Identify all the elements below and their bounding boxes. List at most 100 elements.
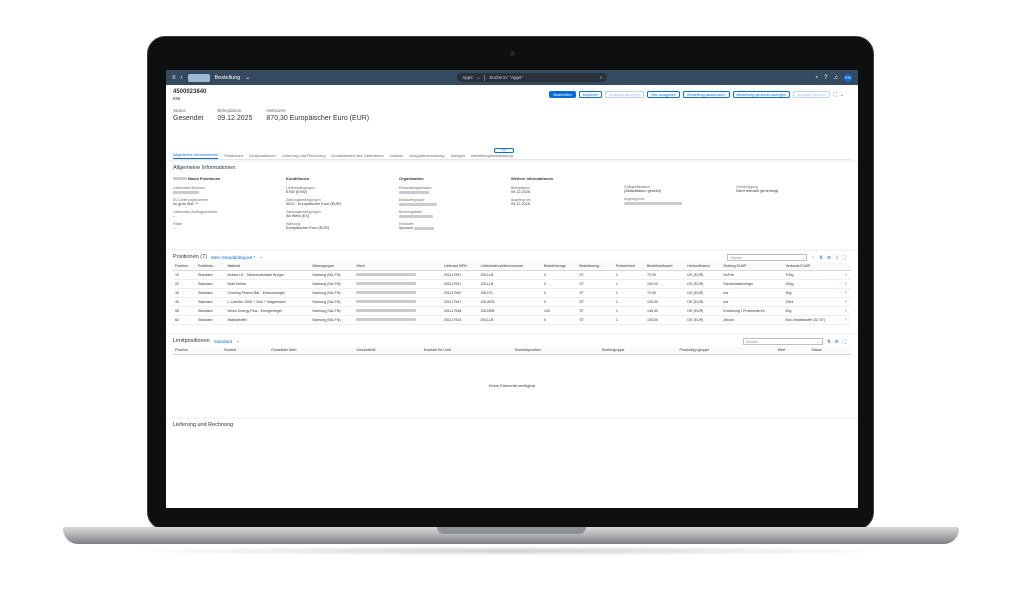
tab-limits[interactable]: Limitpositionen [249,153,276,158]
table-row[interactable]: 60 Standard Bratkartoffel Nahrung (NA-FN… [173,315,851,325]
tab-positions[interactable]: Positionen [224,153,243,158]
copy-button[interactable]: Kopieren [578,91,602,98]
tab-notes[interactable]: Notizen [390,153,404,158]
chevron-right-icon[interactable]: › [843,279,851,289]
column-heading-text: Basis Positionen [188,176,221,181]
column-header[interactable]: Stufung ELWP [721,263,784,271]
show-output-button[interactable]: Ausgabe anzeigen [604,91,645,98]
chevron-right-icon[interactable]: › [843,288,851,298]
joule-icon[interactable]: ◔ [815,75,819,81]
menu-icon[interactable]: ≡ [172,75,176,81]
fullscreen-icon[interactable]: ⛶ [843,339,846,344]
column-header[interactable]: Gesamtlimit [354,347,422,355]
search-icon[interactable]: ⌕ [600,75,603,80]
fullscreen-icon[interactable]: ⛶ [833,92,837,98]
laptop-notch [437,527,586,534]
table-row[interactable]: 50 Standard Demo Energy Plus - Energieri… [173,306,851,316]
company-logo[interactable] [187,73,210,82]
column-header[interactable]: Position [173,263,196,271]
block-output-button[interactable]: Ausgabe sperren [793,91,831,98]
tab-po-history[interactable]: Bestellungsentwicklung [471,153,513,158]
cell-net-value: 105,00 [644,315,686,325]
header-kpis: Status Gesendet Belegdatum 09.12.2025 Ne… [173,108,851,122]
field-value: Ab Werk (EX) [286,214,310,218]
blurred-text [356,273,417,277]
search-icon[interactable]: ⌕ [818,340,820,344]
cell-material-group: Nahrung (NA-FN) [310,315,355,325]
more-icon[interactable]: ⌄ [840,92,844,98]
table-row[interactable]: 30 Standard Crowing Peanut Bar - Erdnuss… [173,288,851,298]
search-input[interactable]: Suche in: "Apps" [489,75,522,80]
settings-icon[interactable]: ⚙ [827,255,831,261]
back-button[interactable]: ‹ [181,75,183,81]
column-header[interactable]: Preiseinheit [613,263,645,271]
search-icon[interactable]: ⌕ [802,256,804,260]
cell-grading: n/a [721,297,784,307]
variant-selector[interactable]: Mein Standardlayout * [211,255,255,260]
column-header[interactable]: Material [225,263,311,271]
app-title[interactable]: Bestellung [215,75,241,81]
column-header[interactable]: Herkunftsland [685,263,722,271]
field-value: (Ablaufdatum gesetzt) [624,189,662,193]
tab-attachments[interactable]: Anlagen [451,153,466,158]
table-row[interactable]: 10 Standard Bubba LS - Tafelschokolade B… [173,270,851,280]
chevron-right-icon[interactable]: › [843,315,851,325]
chevron-right-icon[interactable]: › [843,297,851,307]
avatar[interactable]: EN [843,73,852,82]
shell-search[interactable]: Apps ⌄ Suche in: "Apps" ⌕ [457,73,608,82]
column-header[interactable]: Status [809,347,851,355]
positions-title: Positionen (7) [173,254,207,260]
cell-mpn: 251117947 [441,297,479,307]
search-scope[interactable]: Apps [462,75,472,80]
chevron-right-icon[interactable]: › [843,306,851,316]
column-header[interactable]: Kontraktposition [512,347,600,355]
column-header[interactable]: Bestellmeng... [577,263,614,271]
edit-button[interactable]: Bearbeiten [549,91,576,98]
column-header[interactable]: Positions... [195,263,226,271]
table-row[interactable]: 20 Standard Multi Kekse Nahrung (NA-FN) … [173,279,851,289]
column-header[interactable]: Kontiergruppe [599,347,678,355]
cell-plant [354,306,442,316]
edit-icon[interactable]: ✎ [811,255,815,261]
column-header[interactable]: Bestellmenge [542,263,578,271]
settings-icon[interactable]: ⚙ [835,339,839,345]
blurred-text [173,190,199,194]
column-header[interactable]: Erwarteter Wert [269,347,355,355]
chevron-down-icon[interactable]: ⌄ [259,254,263,260]
column-header[interactable]: Wert [775,347,810,355]
show-printed-order-button[interactable]: Bestellung gedruckt anzeigen [732,91,791,98]
tab-supplier-contact[interactable]: Kontaktdaten des Lieferanten [332,153,384,158]
cell-type: Standard [195,306,226,316]
column-header[interactable]: Produkttyp-gruppe [677,347,776,355]
object-header: 4500023840 EIB Status Gesendet Belegdatu… [166,85,858,160]
notification-bell-icon[interactable]: ♫ [833,75,838,81]
column-header[interactable]: Warengruppe [310,263,355,271]
column-header[interactable]: Lieferanten-Artikelnummer [478,263,543,271]
chevron-right-icon[interactable]: › [843,270,851,280]
cell-plant [354,279,442,289]
column-header[interactable]: Lieferant MPN [441,263,479,271]
export-icon[interactable]: ⇩ [835,255,839,261]
print-order-button[interactable]: Bestellung ausdrucken [683,91,730,98]
column-header[interactable]: Werk [354,263,442,271]
column-header[interactable]: Kontext [222,347,270,355]
limits-search-input[interactable]: Suchen ⌕ [743,338,824,345]
table-row[interactable]: 40 Standard L-Carnitin 1000 + Zink + Mag… [173,297,851,307]
tab-delivery-invoice[interactable]: Lieferung und Rechnung [282,153,326,158]
reissue-button[interactable]: Neu ausgeben [647,91,681,98]
variant-selector[interactable]: Standard [214,339,232,344]
sort-icon[interactable]: ⇅ [819,255,823,261]
tab-output-management[interactable]: Ausgabeverwaltung [409,153,444,158]
column-header[interactable]: Position [173,347,223,355]
tab-general[interactable]: Allgemeine Informationen [173,152,219,159]
column-header[interactable]: Verkaufs ELWP [783,263,844,271]
column-header[interactable]: Kontrakt für Limit [421,347,513,355]
help-icon[interactable]: ? [824,75,827,81]
positions-search-input[interactable]: Suchen ⌕ [727,254,808,261]
chevron-down-icon[interactable]: ⌄ [236,338,240,344]
fullscreen-icon[interactable]: ⛶ [843,255,846,260]
column-header[interactable]: Bestellnettowert [644,263,686,271]
chevron-down-icon[interactable]: ⌄ [245,74,250,81]
sort-icon[interactable]: ⇅ [827,339,831,345]
cell-origin: DE (EUR) [685,288,722,298]
